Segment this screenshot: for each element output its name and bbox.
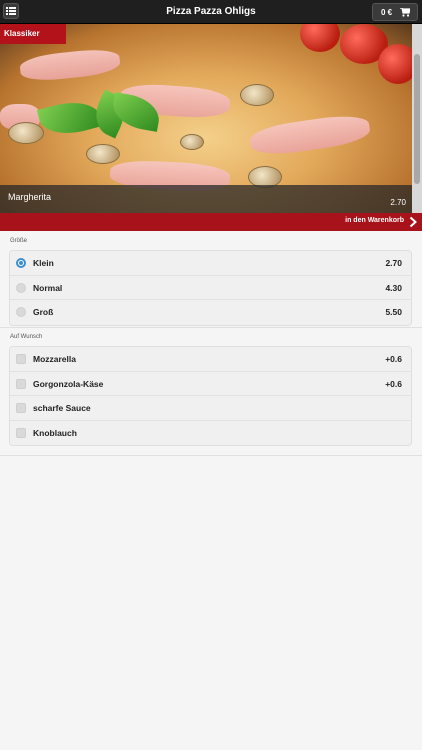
cart-button[interactable]: 0 € [372, 3, 418, 21]
product-caption: Margherita 2.70 [0, 185, 412, 213]
checkbox[interactable] [16, 403, 26, 413]
add-to-cart-label: in den Warenkorb [345, 217, 404, 224]
extra-option-gorgonzola[interactable]: Gorgonzola-Käse +0.6 [10, 371, 411, 396]
extra-option-mozzarella[interactable]: Mozzarella +0.6 [10, 347, 411, 372]
option-label: Normal [33, 282, 63, 293]
chevron-right-icon [409, 216, 417, 228]
page-title: Pizza Pazza Ohligs [166, 6, 256, 17]
size-options: Klein 2.70 Normal 4.30 Groß 5.50 [9, 250, 412, 326]
option-price: 5.50 [385, 307, 402, 317]
top-bar: Pizza Pazza Ohligs 0 € [0, 0, 422, 24]
option-label: Knoblauch [33, 427, 77, 438]
extra-option-scharfe-sauce[interactable]: scharfe Sauce [10, 396, 411, 421]
scrollbar-thumb[interactable] [414, 54, 420, 184]
option-price: +0.6 [385, 378, 402, 389]
option-price: 4.30 [385, 282, 402, 293]
cart-amount: 0 € [381, 7, 393, 17]
checkbox[interactable] [16, 378, 26, 389]
size-option-klein[interactable]: Klein 2.70 [10, 251, 411, 276]
section-divider [0, 327, 422, 328]
size-section-label: Größe [10, 238, 28, 244]
extras-options: Mozzarella +0.6 Gorgonzola-Käse +0.6 sch… [9, 346, 412, 446]
extra-option-knoblauch[interactable]: Knoblauch [10, 420, 411, 445]
size-option-normal[interactable]: Normal 4.30 [10, 275, 411, 300]
tomato-decoration [300, 24, 340, 52]
category-tag: Klassiker [0, 24, 66, 44]
extras-section-label: Auf Wunsch [10, 334, 43, 340]
checkbox[interactable] [16, 427, 26, 438]
size-option-gross[interactable]: Groß 5.50 [10, 300, 411, 325]
radio-button[interactable] [16, 282, 26, 293]
option-label: Klein [33, 258, 54, 268]
mushroom [240, 84, 274, 106]
option-label: Groß [33, 307, 54, 317]
mushroom [180, 134, 204, 150]
radio-button[interactable] [16, 307, 26, 317]
radio-button[interactable] [16, 258, 26, 268]
product-name: Margherita [8, 192, 52, 202]
cart-icon [400, 7, 411, 17]
option-price: 2.70 [385, 258, 402, 268]
tomato-decoration [378, 44, 412, 84]
mushroom [8, 122, 44, 144]
option-label: Mozzarella [33, 354, 76, 364]
add-to-cart-button[interactable]: in den Warenkorb [0, 213, 422, 231]
option-price: +0.6 [385, 354, 402, 364]
mushroom [86, 144, 120, 164]
ham-slice [18, 46, 122, 84]
image-scrollbar[interactable] [412, 24, 422, 214]
option-label: scharfe Sauce [33, 403, 91, 413]
menu-button[interactable] [3, 3, 19, 19]
list-icon [6, 7, 16, 15]
section-divider [0, 455, 422, 456]
checkbox[interactable] [16, 354, 26, 364]
basil-leaf [36, 94, 104, 142]
product-price: 2.70 [390, 198, 406, 207]
ham-slice [248, 111, 372, 159]
option-label: Gorgonzola-Käse [33, 378, 104, 389]
